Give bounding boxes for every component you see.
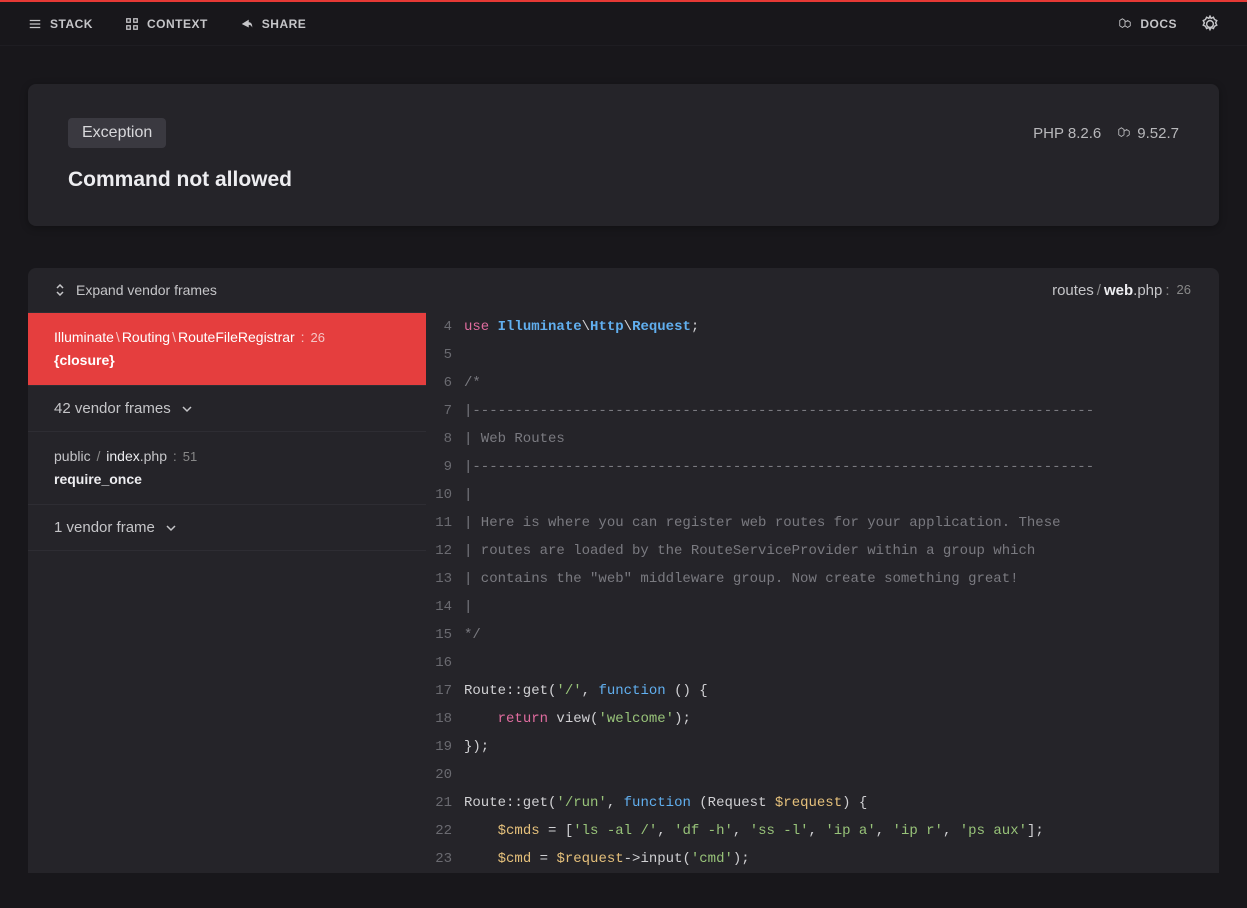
code-line: 21Route::get('/run', function (Request $…: [426, 789, 1219, 817]
code-line: 19});: [426, 733, 1219, 761]
code-line: 15*/: [426, 621, 1219, 649]
code-line: 6/*: [426, 369, 1219, 397]
code-path: routes / web.php :26: [426, 268, 1219, 313]
top-nav: STACK CONTEXT SHARE DOCS: [0, 2, 1247, 46]
nav-context[interactable]: CONTEXT: [125, 17, 208, 31]
vendor-frames-2[interactable]: 1 vendor frame: [28, 505, 426, 551]
code-line: 11| Here is where you can register web r…: [426, 509, 1219, 537]
code-line: 5: [426, 341, 1219, 369]
code-line: 10|: [426, 481, 1219, 509]
error-message: Command not allowed: [68, 168, 1179, 192]
php-version: PHP 8.2.6: [1033, 125, 1101, 142]
nav-share-label: SHARE: [262, 17, 307, 31]
laravel-icon: [1117, 126, 1131, 140]
nav-stack[interactable]: STACK: [28, 17, 93, 31]
nav-stack-label: STACK: [50, 17, 93, 31]
chevron-down-icon: [165, 522, 177, 534]
code-line: 12| routes are loaded by the RouteServic…: [426, 537, 1219, 565]
stack-icon: [28, 17, 42, 31]
laravel-icon: [1118, 17, 1132, 31]
code-line: 18 return view('welcome');: [426, 705, 1219, 733]
code-listing: 4use Illuminate\Http\Request;56/*7|-----…: [426, 313, 1219, 873]
code-line: 20: [426, 761, 1219, 789]
code-line: 16: [426, 649, 1219, 677]
code-line: 14|: [426, 593, 1219, 621]
code-line: 9|--------------------------------------…: [426, 453, 1219, 481]
code-line: 13| contains the "web" middleware group.…: [426, 565, 1219, 593]
code-line: 7|--------------------------------------…: [426, 397, 1219, 425]
expand-icon: [54, 284, 66, 296]
exception-badge: Exception: [68, 118, 166, 148]
vendor-frames-1[interactable]: 42 vendor frames: [28, 386, 426, 432]
code-line: 17Route::get('/', function () {: [426, 677, 1219, 705]
error-card: Exception PHP 8.2.6 9.52.7 Command not a…: [28, 84, 1219, 226]
code-line: 8| Web Routes: [426, 425, 1219, 453]
nav-docs[interactable]: DOCS: [1118, 17, 1177, 31]
stack-sidebar: Expand vendor frames Illuminate\Routing\…: [28, 268, 426, 873]
share-icon: [240, 17, 254, 31]
laravel-version: 9.52.7: [1117, 125, 1179, 142]
expand-vendor-frames[interactable]: Expand vendor frames: [28, 268, 426, 313]
code-line: 23 $cmd = $request->input('cmd');: [426, 845, 1219, 873]
stack-frame[interactable]: public / index.php :51 require_once: [28, 432, 426, 505]
nav-context-label: CONTEXT: [147, 17, 208, 31]
nav-docs-label: DOCS: [1140, 17, 1177, 31]
context-icon: [125, 17, 139, 31]
nav-share[interactable]: SHARE: [240, 17, 307, 31]
chevron-down-icon: [181, 403, 193, 415]
stack-frame-active[interactable]: Illuminate\Routing\RouteFileRegistrar :2…: [28, 313, 426, 386]
gear-icon[interactable]: [1201, 15, 1219, 33]
code-line: 4use Illuminate\Http\Request;: [426, 313, 1219, 341]
code-panel: routes / web.php :26 4use Illuminate\Htt…: [426, 268, 1219, 873]
code-line: 22 $cmds = ['ls -al /', 'df -h', 'ss -l'…: [426, 817, 1219, 845]
